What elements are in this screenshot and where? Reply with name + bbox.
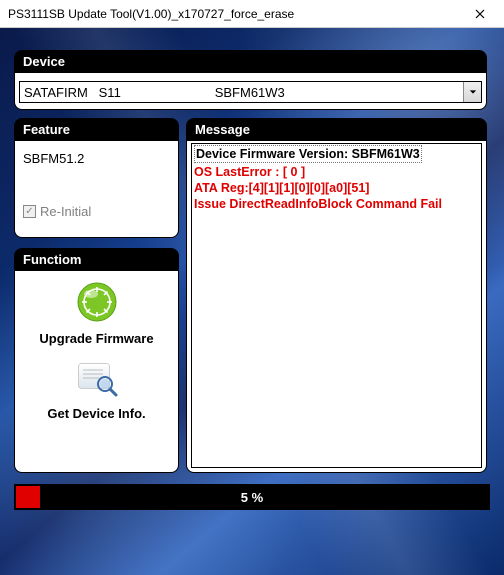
device-select-value: SATAFIRM S11 SBFM61W3 [20,82,463,102]
get-device-info-button[interactable]: Get Device Info. [15,360,178,421]
close-button[interactable] [460,2,500,26]
client-area: Device SATAFIRM S11 SBFM61W3 Feature SBF… [0,28,504,575]
msg-atareg: ATA Reg:[4][1][1][0][0][a0][51] [194,180,479,196]
device-header: Device [15,51,486,73]
device-panel: Device SATAFIRM S11 SBFM61W3 [14,50,487,110]
feature-header: Feature [15,119,178,141]
upgrade-label: Upgrade Firmware [15,331,178,346]
msg-lasterror: OS LastError : [ 0 ] [194,164,479,180]
reinitial-checkbox: ✓ Re-Initial [23,204,170,219]
function-header: Functiom [15,249,178,271]
msg-fail: Issue DirectReadInfoBlock Command Fail [194,196,479,212]
progress-text: 5 % [16,490,488,505]
feature-version: SBFM51.2 [23,151,170,166]
message-panel: Message Device Firmware Version: SBFM61W… [186,118,487,473]
progress-bar: 5 % [14,484,490,510]
device-select[interactable]: SATAFIRM S11 SBFM61W3 [19,81,482,103]
chevron-down-icon[interactable] [463,82,481,102]
msg-firmware-version: Device Firmware Version: SBFM61W3 [194,145,422,163]
device-info-icon [75,360,119,398]
upgrade-icon [76,281,118,323]
titlebar: PS3111SB Update Tool(V1.00)_x170727_forc… [0,0,504,28]
message-header: Message [187,119,486,141]
checkbox-icon: ✓ [23,205,36,218]
reinitial-label: Re-Initial [40,204,91,219]
upgrade-firmware-button[interactable]: Upgrade Firmware [15,281,178,346]
feature-panel: Feature SBFM51.2 ✓ Re-Initial [14,118,179,238]
window-title: PS3111SB Update Tool(V1.00)_x170727_forc… [8,7,460,21]
message-body: Device Firmware Version: SBFM61W3 OS Las… [191,143,482,468]
getinfo-label: Get Device Info. [15,406,178,421]
function-panel: Functiom [14,248,179,473]
